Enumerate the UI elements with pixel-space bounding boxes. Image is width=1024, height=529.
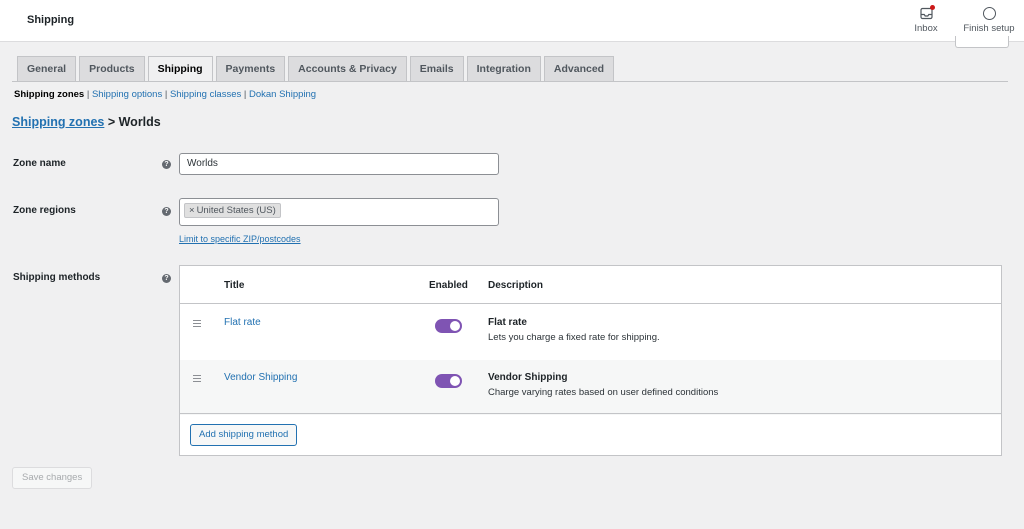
shipping-subnav: Shipping zones | Shipping options | Ship… — [14, 89, 316, 100]
help-icon[interactable]: ? — [162, 274, 171, 283]
zone-regions-select[interactable]: × United States (US) — [179, 198, 499, 226]
progress-circle-icon — [982, 7, 996, 20]
method-description-title: Flat rate — [488, 317, 527, 328]
table-footer-divider — [180, 413, 1001, 414]
help-icon[interactable]: ? — [162, 207, 171, 216]
method-description-title: Vendor Shipping — [488, 372, 568, 383]
settings-tabs: General Products Shipping Payments Accou… — [17, 56, 615, 82]
region-chip: × United States (US) — [184, 203, 281, 218]
subnav-shipping-options[interactable]: Shipping options — [92, 89, 162, 100]
breadcrumb-heading: Shipping zones > Worlds — [12, 115, 161, 129]
method-title-link[interactable]: Flat rate — [224, 317, 261, 328]
method-description: Lets you charge a fixed rate for shippin… — [488, 332, 660, 343]
shipping-methods-label: Shipping methods — [13, 272, 101, 283]
table-header: Title Enabled Description — [180, 266, 1001, 304]
inbox-button[interactable]: Inbox — [906, 5, 946, 34]
subnav-shipping-zones[interactable]: Shipping zones — [14, 89, 84, 100]
top-bar: Shipping Inbox Finish setup — [0, 0, 1024, 42]
subnav-shipping-classes[interactable]: Shipping classes — [170, 89, 241, 100]
tab-products[interactable]: Products — [79, 56, 145, 81]
breadcrumb-current: > Worlds — [104, 115, 161, 129]
table-row: Flat rate Flat rate Lets you charge a fi… — [180, 305, 1001, 360]
region-chip-label: United States (US) — [196, 205, 276, 216]
notification-dot — [929, 5, 935, 10]
save-changes-button[interactable]: Save changes — [12, 467, 93, 489]
finish-setup-button[interactable]: Finish setup — [958, 7, 1020, 34]
page-title: Shipping — [27, 14, 75, 26]
column-title: Title — [224, 280, 245, 291]
method-title-link[interactable]: Vendor Shipping — [224, 372, 297, 383]
drag-handle-icon[interactable] — [193, 320, 201, 329]
toggle-knob — [450, 376, 460, 386]
tab-integration[interactable]: Integration — [466, 56, 541, 81]
help-icon[interactable]: ? — [162, 160, 171, 169]
tab-advanced[interactable]: Advanced — [543, 56, 615, 81]
shipping-methods-table: Title Enabled Description Flat rate Flat… — [179, 265, 1002, 456]
tab-payments[interactable]: Payments — [215, 56, 286, 81]
breadcrumb-shipping-zones-link[interactable]: Shipping zones — [12, 115, 104, 129]
inbox-label: Inbox — [914, 23, 938, 34]
enabled-toggle[interactable] — [435, 319, 462, 333]
add-shipping-method-button[interactable]: Add shipping method — [190, 424, 298, 446]
help-tab-button[interactable] — [955, 36, 1009, 48]
zone-regions-label: Zone regions — [13, 205, 76, 216]
zone-name-input[interactable]: Worlds — [179, 153, 499, 175]
table-row: Vendor Shipping Vendor Shipping Charge v… — [180, 360, 1001, 415]
column-enabled: Enabled — [429, 280, 468, 291]
tabs-divider — [12, 81, 1008, 82]
inbox-icon — [919, 5, 935, 20]
method-description: Charge varying rates based on user defin… — [488, 387, 719, 398]
zone-name-label: Zone name — [13, 158, 66, 169]
tab-accounts-privacy[interactable]: Accounts & Privacy — [288, 56, 407, 81]
drag-handle-icon[interactable] — [193, 375, 201, 384]
subnav-dokan-shipping[interactable]: Dokan Shipping — [249, 89, 316, 100]
tab-emails[interactable]: Emails — [409, 56, 464, 81]
finish-setup-label: Finish setup — [963, 23, 1015, 34]
limit-postcodes-link[interactable]: Limit to specific ZIP/postcodes — [179, 234, 301, 244]
toggle-knob — [450, 321, 460, 331]
tab-general[interactable]: General — [17, 56, 77, 81]
column-description: Description — [488, 280, 544, 291]
remove-chip-icon[interactable]: × — [189, 205, 195, 216]
enabled-toggle[interactable] — [435, 374, 462, 388]
tab-shipping[interactable]: Shipping — [147, 56, 213, 82]
